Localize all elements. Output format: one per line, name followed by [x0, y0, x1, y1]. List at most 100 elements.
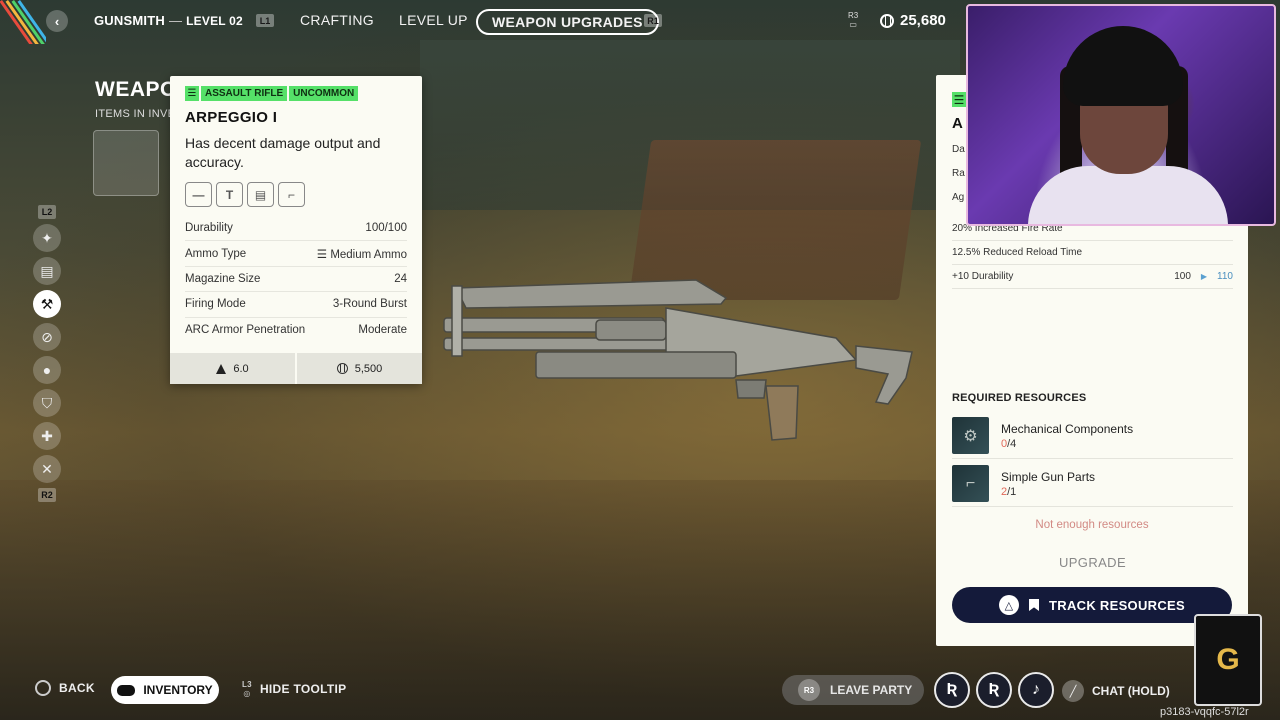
- webcam-shirt: [1028, 166, 1228, 224]
- effect-label: +10 Durability: [952, 271, 1014, 282]
- items-in-inventory-label: ITEMS IN INVE: [95, 108, 176, 120]
- resource-row[interactable]: ⚙ Mechanical Components 0/4: [952, 413, 1233, 459]
- resource-count: 0/4: [1001, 438, 1133, 450]
- stat-label: Ammo Type: [185, 247, 247, 260]
- back-label: BACK: [59, 681, 95, 695]
- price-value: 5,500: [354, 362, 383, 375]
- hide-tooltip-label: HIDE TOOLTIP: [259, 682, 347, 696]
- stat-value: Moderate: [358, 324, 407, 337]
- r1-button-hint: R1: [644, 14, 662, 27]
- controller-icon: ▭: [849, 20, 857, 29]
- stat-value: 100/100: [365, 222, 407, 235]
- coin-icon: [880, 13, 894, 28]
- stat-row: ARC Armor Penetration Moderate: [185, 318, 407, 343]
- resource-need: /4: [1007, 437, 1017, 450]
- touchpad-icon: [117, 684, 136, 696]
- upgrade-effect-row: 12.5% Reduced Reload Time: [952, 241, 1233, 265]
- inventory-item-slot[interactable]: [93, 130, 159, 196]
- l3-hint-label: L3: [242, 680, 252, 689]
- party-member-speaking-icon[interactable]: ♪: [1018, 672, 1054, 708]
- resource-info: Simple Gun Parts 2/1: [1001, 470, 1095, 498]
- breadcrumb-separator: —: [168, 13, 183, 28]
- inventory-button[interactable]: INVENTORY: [111, 676, 219, 704]
- grenade-icon[interactable]: ●: [33, 356, 61, 384]
- chat-label: CHAT (HOLD): [1092, 684, 1170, 698]
- track-resources-button[interactable]: △ TRACK RESOURCES: [952, 587, 1232, 623]
- stat-value: 3-Round Burst: [332, 298, 407, 311]
- chevron-left-icon: ‹: [54, 13, 60, 29]
- category-sidebar: L2 ✦ ▤ ⚒ ⊘ ● ⛉ ✚ ✕ R2: [32, 205, 62, 502]
- weight-value: 6.0: [233, 362, 249, 375]
- chat-action[interactable]: ╱ CHAT (HOLD): [1062, 680, 1170, 702]
- mod-slots: — T ▤ ⌐: [185, 182, 305, 207]
- upgrade-bench-icon[interactable]: ⚒: [33, 290, 61, 318]
- item-type-tag: ASSAULT RIFLE: [201, 86, 288, 101]
- shield-icon[interactable]: ⛉: [33, 389, 61, 417]
- r2-trigger-hint: R2: [38, 488, 56, 502]
- weight-icon: [216, 363, 227, 374]
- tab-level-up[interactable]: LEVEL UP: [399, 12, 468, 28]
- l2-trigger-hint: L2: [38, 205, 56, 219]
- resource-info: Mechanical Components 0/4: [1001, 422, 1133, 450]
- streamer-logo-image: G: [1194, 614, 1262, 706]
- mod-slot-underbarrel-icon: T: [216, 182, 243, 207]
- microphone-icon: ╱: [1062, 680, 1084, 702]
- resource-name: Simple Gun Parts: [1001, 469, 1096, 484]
- webcam-headset: [1063, 26, 1183, 106]
- category-list-icon: ☰: [185, 86, 199, 101]
- upgrade-effect-row: +10 Durability 100 ▶ 110: [952, 265, 1233, 289]
- item-tooltip-card: ☰ ASSAULT RIFLE UNCOMMON ARPEGGIO I Has …: [170, 76, 422, 384]
- r3-button-icon: R3: [798, 679, 820, 701]
- circle-button-icon: [35, 680, 51, 696]
- currency-value: 25,680: [900, 12, 946, 29]
- item-name: ARPEGGIO I: [185, 109, 278, 126]
- stat-row: Firing Mode 3-Round Burst: [185, 292, 407, 318]
- stat-value-text: Medium Ammo: [330, 248, 407, 261]
- item-weight: 6.0: [170, 353, 297, 384]
- stat-value: ☰ Medium Ammo: [317, 247, 407, 261]
- resource-count: 2/1: [1001, 486, 1095, 498]
- medkit-icon[interactable]: ✚: [33, 422, 61, 450]
- category-list-icon: ☰: [952, 92, 966, 107]
- corner-stripes-decoration: [0, 0, 46, 44]
- item-price: 5,500: [297, 353, 422, 384]
- resource-name: Mechanical Components: [1001, 421, 1134, 436]
- party-member-avatar-icon[interactable]: Ʀ: [934, 672, 970, 708]
- stat-label: ARC Armor Penetration: [185, 324, 306, 337]
- arrow-right-icon: ▶: [1200, 272, 1208, 281]
- upgrade-button[interactable]: UPGRADE: [952, 551, 1233, 575]
- mechanical-components-icon: ⚙: [952, 417, 989, 454]
- effect-comparison: 100 ▶ 110: [1174, 271, 1233, 282]
- resource-row[interactable]: ⌐ Simple Gun Parts 2/1: [952, 461, 1233, 507]
- breadcrumb: GUNSMITH — LEVEL 02: [94, 13, 243, 28]
- item-footer: 6.0 5,500: [170, 353, 422, 384]
- hide-tooltip-action[interactable]: L3 ◎ HIDE TOOLTIP: [242, 680, 346, 698]
- back-action[interactable]: BACK: [35, 680, 95, 696]
- weapons-icon[interactable]: ✦: [33, 224, 61, 252]
- item-tags: ☰ ASSAULT RIFLE UNCOMMON: [185, 86, 359, 101]
- track-resources-label: TRACK RESOURCES: [1049, 597, 1185, 613]
- item-description: Has decent damage output and accuracy.: [185, 135, 381, 170]
- mod-slot-muzzle-icon: —: [185, 182, 212, 207]
- tab-weapon-upgrades[interactable]: WEAPON UPGRADES: [476, 9, 659, 35]
- tab-crafting[interactable]: CRAFTING: [300, 12, 374, 28]
- stat-label: Durability: [185, 222, 233, 235]
- stat-row: Magazine Size 24: [185, 267, 407, 293]
- required-resources-heading: REQUIRED RESOURCES: [952, 392, 1087, 404]
- tools-icon[interactable]: ✕: [33, 455, 61, 483]
- not-enough-resources-warning: Not enough resources: [1035, 519, 1149, 531]
- l3-hint: L3 ◎: [242, 680, 252, 698]
- stat-value: 24: [394, 272, 407, 285]
- coin-icon: [336, 363, 348, 374]
- ammo-list-icon: ☰: [316, 248, 331, 261]
- stream-id-text: p3183-vqqfc-57l2r: [1160, 706, 1249, 718]
- l1-button-hint: L1: [256, 14, 274, 27]
- party-member-avatar-icon[interactable]: Ʀ: [976, 672, 1012, 708]
- storage-icon[interactable]: ▤: [33, 257, 61, 285]
- nav-back-button[interactable]: ‹: [46, 10, 68, 32]
- leave-party-button[interactable]: R3 LEAVE PARTY: [782, 675, 924, 705]
- bookmark-icon: [1029, 599, 1040, 611]
- breadcrumb-level: LEVEL 02: [186, 14, 243, 28]
- no-gear-icon[interactable]: ⊘: [33, 323, 61, 351]
- mod-slot-stock-icon: ⌐: [278, 182, 305, 207]
